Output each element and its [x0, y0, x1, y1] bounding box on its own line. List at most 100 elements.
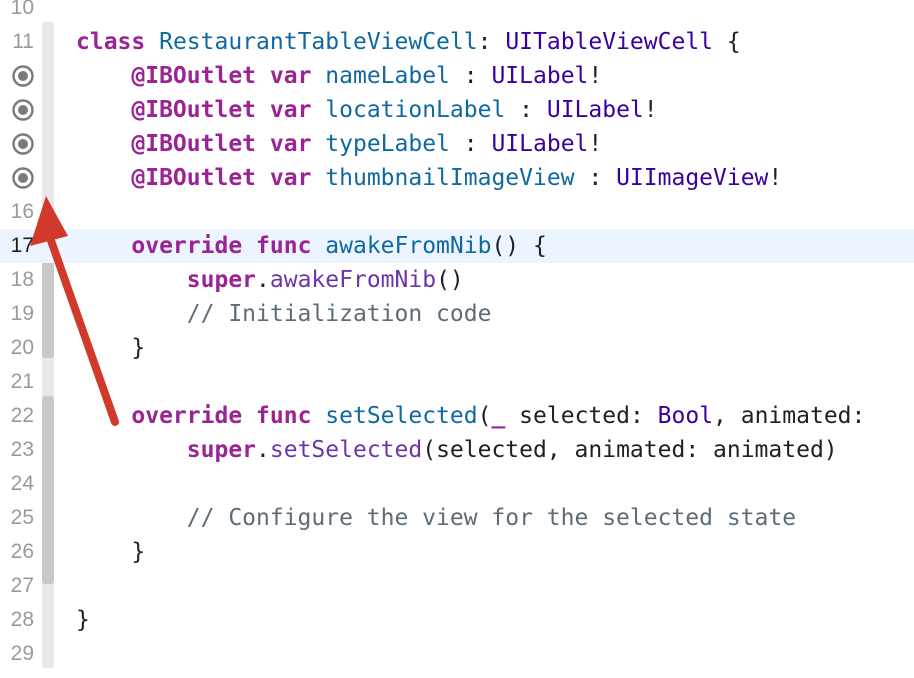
code-line-10[interactable]: 10 — [0, 0, 914, 25]
line-number: 17 — [10, 234, 34, 257]
code-line-15[interactable]: @IBOutlet var thumbnailImageView : UIIma… — [0, 161, 914, 195]
code-line-17[interactable]: 17 override func awakeFromNib() { — [0, 229, 914, 263]
code-line-13[interactable]: @IBOutlet var locationLabel : UILabel! — [0, 93, 914, 127]
code-text: super.setSelected(selected, animated: an… — [76, 433, 838, 467]
code-line-26[interactable]: 26 } — [0, 535, 914, 569]
line-number: 26 — [10, 540, 34, 563]
line-number: 19 — [10, 302, 34, 325]
code-line-12[interactable]: @IBOutlet var nameLabel : UILabel! — [0, 59, 914, 93]
code-token: : — [505, 97, 547, 123]
code-text: @IBOutlet var nameLabel : UILabel! — [76, 59, 602, 93]
code-line-22[interactable]: 22 override func setSelected(_ selected:… — [0, 399, 914, 433]
code-token: : — [449, 63, 492, 89]
code-token: UITableViewCell — [505, 29, 714, 55]
code-line-16[interactable]: 16 — [0, 195, 914, 229]
code-text: override func setSelected(_ selected: Bo… — [76, 399, 879, 433]
line-number: 29 — [10, 642, 34, 665]
line-number: 16 — [10, 200, 34, 223]
code-token: // Configure the view for the selected s… — [186, 505, 797, 531]
code-text: @IBOutlet var typeLabel : UILabel! — [76, 127, 602, 161]
code-token: override — [131, 233, 243, 259]
line-number: 28 — [10, 608, 34, 631]
line-number: 11 — [12, 30, 34, 53]
code-text: // Configure the view for the selected s… — [76, 501, 796, 535]
line-number: 20 — [10, 336, 34, 359]
code-line-29[interactable]: 29 — [0, 637, 914, 671]
code-token: override — [131, 403, 243, 429]
code-token: Bool — [657, 403, 714, 429]
outlet-connected-icon[interactable] — [11, 98, 35, 122]
code-token: RestaurantTableViewCell — [159, 29, 478, 55]
code-token: @IBOutlet — [131, 97, 257, 123]
code-token: awakeFromNib — [269, 267, 437, 293]
code-token: ! — [768, 165, 783, 191]
code-token: @IBOutlet — [131, 63, 257, 89]
code-token: _ — [491, 403, 506, 429]
code-token: awakeFromNib — [325, 233, 492, 259]
code-text: } — [76, 603, 90, 637]
line-number: 27 — [10, 574, 34, 597]
code-token: UILabel — [491, 131, 589, 157]
code-line-24[interactable]: 24 — [0, 467, 914, 501]
code-line-23[interactable]: 23 super.setSelected(selected, animated:… — [0, 433, 914, 467]
code-line-25[interactable]: 25 // Configure the view for the selecte… — [0, 501, 914, 535]
line-number: 24 — [10, 472, 34, 495]
code-token: @IBOutlet — [131, 131, 257, 157]
code-token: locationLabel — [325, 97, 506, 123]
code-token: () { — [491, 233, 547, 259]
code-line-20[interactable]: 20 } — [0, 331, 914, 365]
code-token: UILabel — [546, 97, 644, 123]
code-line-28[interactable]: 28} — [0, 603, 914, 637]
code-line-14[interactable]: @IBOutlet var typeLabel : UILabel! — [0, 127, 914, 161]
code-token: typeLabel — [325, 131, 450, 157]
code-token: // Initialization code — [186, 301, 492, 327]
code-token: : — [449, 131, 492, 157]
code-editor[interactable]: 10 11 class RestaurantTableViewCell: UITab… — [0, 0, 914, 678]
line-number: 25 — [10, 506, 34, 529]
code-token: setSelected — [269, 437, 423, 463]
code-line-19[interactable]: 19 // Initialization code — [0, 297, 914, 331]
code-token: . — [256, 267, 270, 293]
code-line-18[interactable]: 18 super.awakeFromNib() — [0, 263, 914, 297]
code-text: class RestaurantTableViewCell: UITableVi… — [76, 25, 741, 59]
code-token: } — [76, 539, 146, 565]
code-token: thumbnailImageView — [325, 165, 575, 191]
code-token: func — [256, 233, 312, 259]
code-line-11[interactable]: 11 class RestaurantTableViewCell: UITable… — [0, 25, 914, 59]
code-line-21[interactable]: 21 — [0, 365, 914, 399]
code-token: ! — [643, 97, 658, 123]
code-token: nameLabel — [325, 63, 450, 89]
code-token: { — [713, 29, 741, 55]
code-token: class — [76, 29, 146, 55]
line-number: 18 — [10, 268, 34, 291]
code-token: ( — [477, 403, 492, 429]
outlet-connected-icon[interactable] — [11, 166, 35, 190]
code-token: super — [186, 437, 257, 463]
code-text: } — [76, 331, 145, 365]
code-token: super — [186, 267, 257, 293]
outlet-connected-icon[interactable] — [11, 64, 35, 88]
line-number: 10 — [10, 0, 34, 19]
code-token: @IBOutlet — [131, 165, 257, 191]
code-text: } — [76, 535, 145, 569]
code-token: . — [256, 437, 270, 463]
outlet-connected-icon[interactable] — [11, 132, 35, 156]
code-line-27[interactable]: 27 — [0, 569, 914, 603]
code-token: } — [76, 335, 146, 361]
